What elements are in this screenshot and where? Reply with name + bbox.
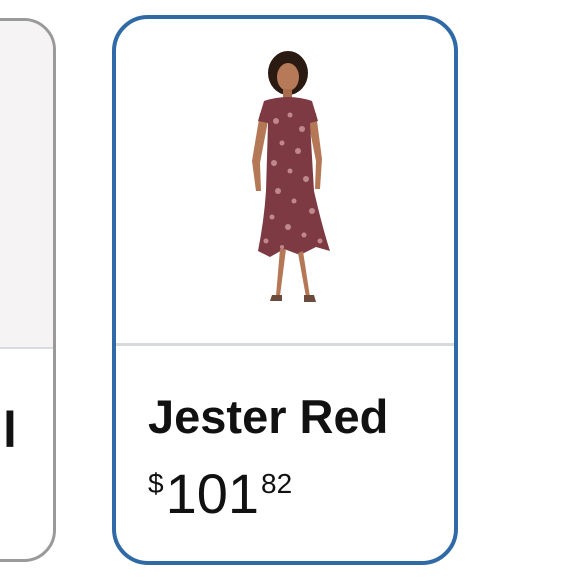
product-title: Jester Red <box>148 390 389 443</box>
price-whole: 101 <box>165 462 260 525</box>
product-image-placeholder <box>0 21 53 347</box>
price-fraction: 82 <box>261 468 293 499</box>
price-currency: $ <box>148 468 164 499</box>
product-card-previous[interactable]: l <box>0 18 56 562</box>
product-carousel: l Jester Red $10182 <box>0 0 580 580</box>
product-price: $10182 <box>148 466 292 522</box>
product-title: l <box>3 402 17 458</box>
product-card-selected[interactable]: Jester Red $10182 <box>112 15 458 565</box>
card-divider <box>0 347 53 349</box>
product-image <box>116 19 454 343</box>
dress-model-image <box>252 51 330 302</box>
card-divider <box>116 343 454 346</box>
